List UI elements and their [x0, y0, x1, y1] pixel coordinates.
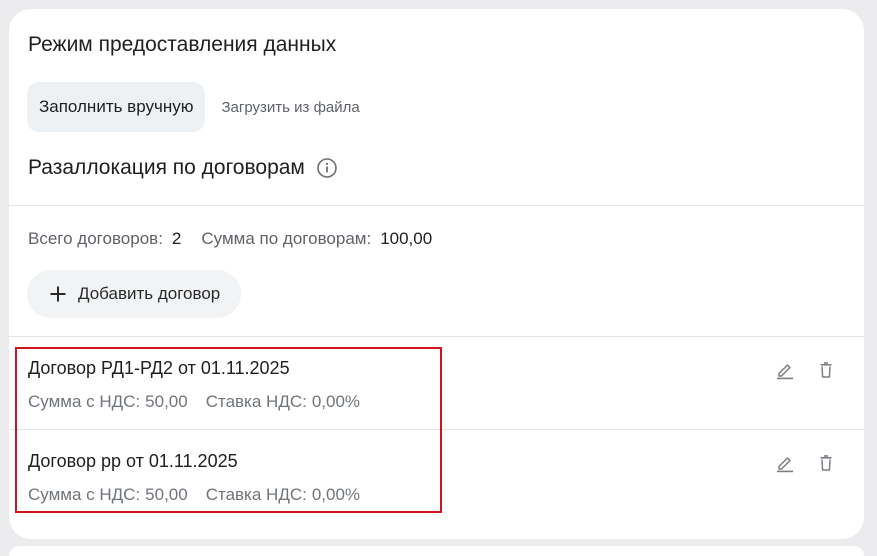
contracts-sum-label: Сумма по договорам:	[201, 229, 372, 248]
contract-item: Договор РД1-РД2 от 01.11.2025 Сумма с НД…	[9, 336, 864, 428]
contracts-sum-value: 100,00	[380, 229, 433, 248]
data-mode-title: Режим предоставления данных	[28, 33, 337, 56]
contract-vat-label: Ставка НДС:	[205, 392, 307, 411]
total-contracts-value: 2	[171, 229, 182, 248]
reallocation-title: Разаллокация по договорам	[28, 156, 305, 179]
trash-icon[interactable]	[816, 360, 836, 380]
contract-amount-label: Сумма с НДС:	[28, 392, 141, 411]
info-circle-icon[interactable]	[316, 157, 338, 179]
contract-amount-value: 50,00	[145, 485, 188, 504]
contract-title: Договор РД1-РД2 от 01.11.2025	[28, 358, 290, 378]
contract-vat-value: 0,00%	[311, 485, 361, 504]
add-contract-button[interactable]: Добавить договор	[27, 270, 242, 318]
tab-upload-from-file[interactable]: Загрузить из файла	[209, 82, 371, 132]
edit-icon[interactable]	[775, 453, 795, 473]
contract-vat-value: 0,00%	[311, 392, 361, 411]
reallocation-heading: Разаллокация по договорам	[28, 156, 338, 180]
contract-meta: Сумма с НДС: 50,00 Ставка НДС: 0,00%	[28, 485, 360, 505]
contract-meta: Сумма с НДС: 50,00 Ставка НДС: 0,00%	[28, 392, 360, 412]
contract-item: Договор рр от 01.11.2025 Сумма с НДС: 50,…	[9, 429, 864, 521]
add-contract-label: Добавить договор	[78, 284, 221, 303]
total-contracts-label: Всего договоров:	[28, 229, 163, 248]
next-card-edge	[9, 546, 864, 556]
contract-vat-label: Ставка НДС:	[205, 485, 307, 504]
contract-amount-label: Сумма с НДС:	[28, 485, 141, 504]
edit-icon[interactable]	[775, 360, 795, 380]
tab-fill-manually[interactable]: Заполнить вручную	[27, 82, 206, 132]
contracts-summary: Всего договоров: 2 Сумма по договорам: 1…	[28, 229, 432, 249]
contract-amount-value: 50,00	[145, 392, 188, 411]
plus-icon	[49, 285, 67, 303]
trash-icon[interactable]	[816, 453, 836, 473]
data-mode-card: Режим предоставления данных Заполнить вр…	[9, 9, 864, 539]
contract-title: Договор рр от 01.11.2025	[28, 451, 238, 471]
divider	[9, 205, 864, 206]
data-mode-tabs: Заполнить вручную Загрузить из файла	[27, 82, 372, 132]
